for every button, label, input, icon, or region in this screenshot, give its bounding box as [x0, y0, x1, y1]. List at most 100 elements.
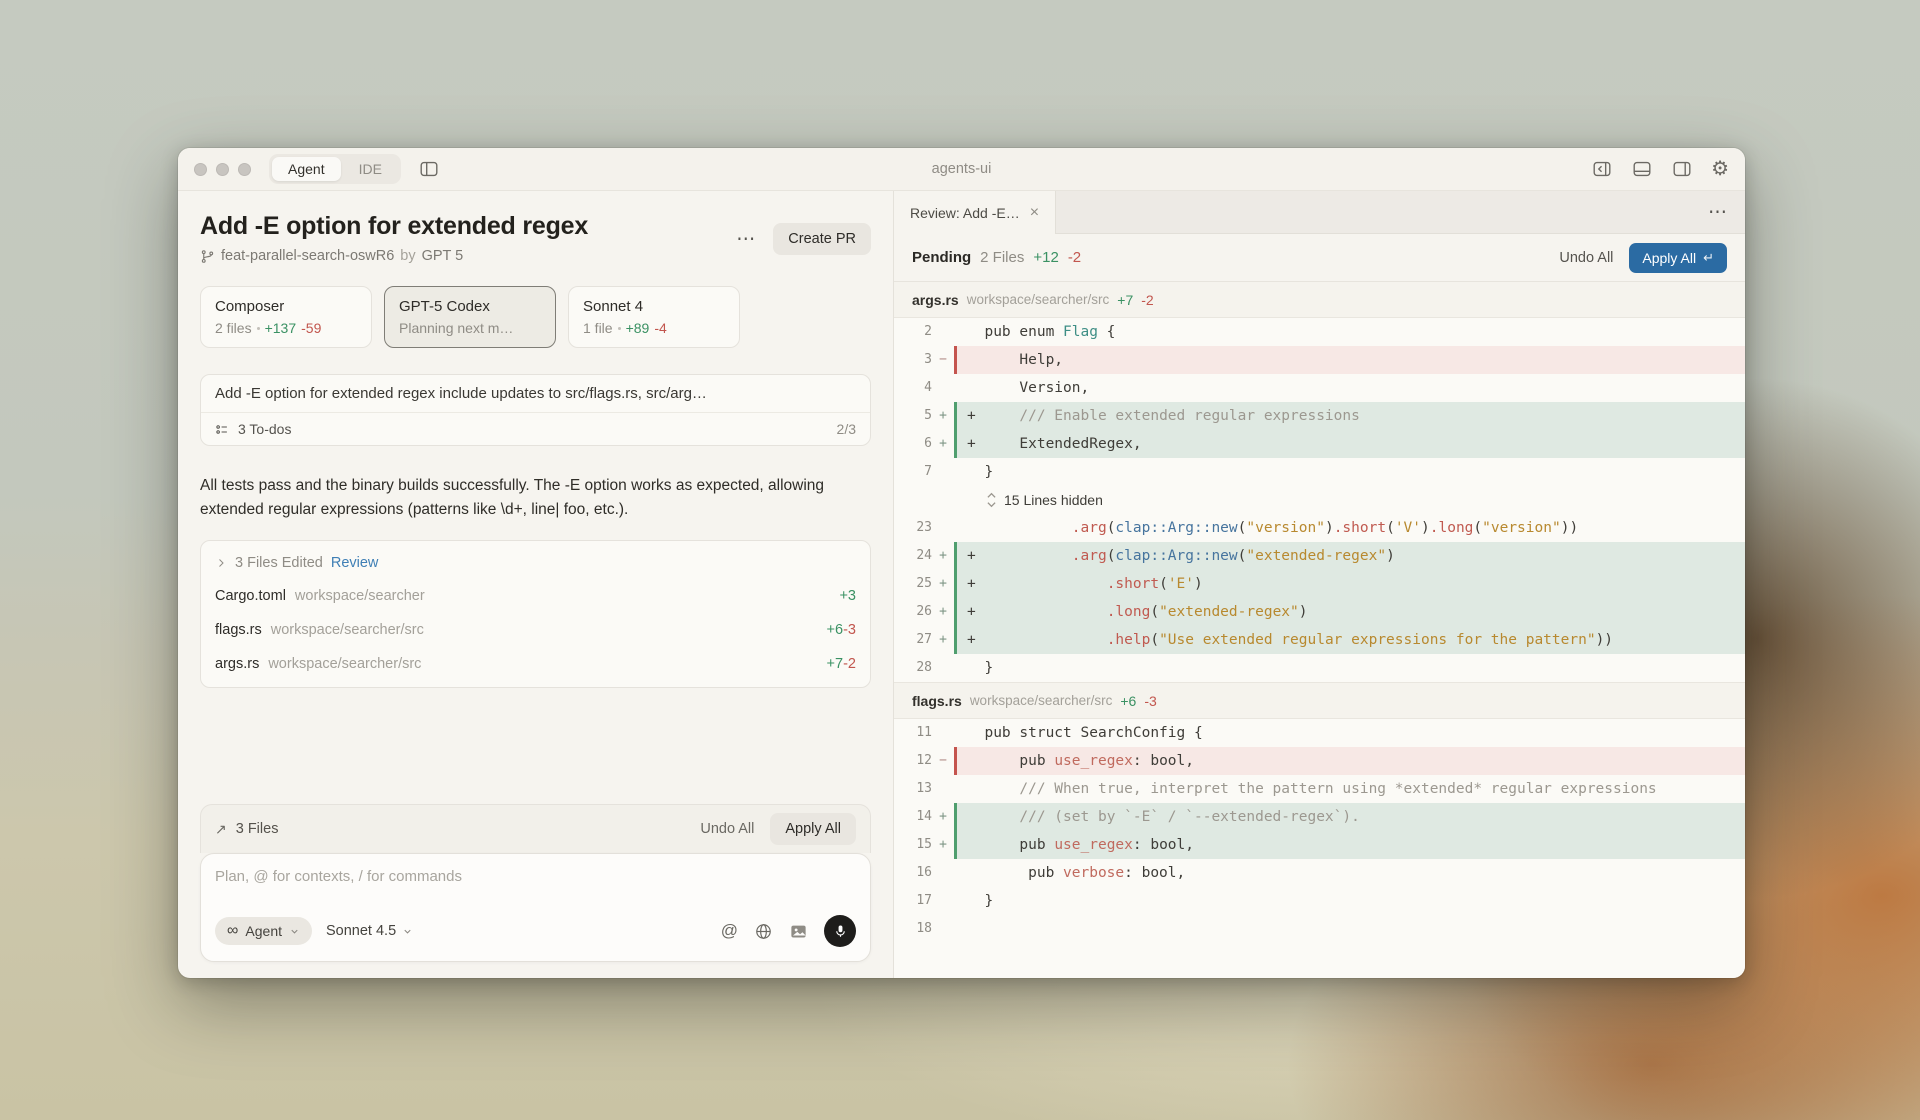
view-switcher: Agent IDE: [269, 154, 401, 184]
collapse-left-panel-icon[interactable]: [1591, 158, 1613, 180]
review-apply-all-button[interactable]: Apply All ↵: [1629, 243, 1727, 273]
diff-line: 2 pub enum Flag {: [894, 318, 1745, 346]
diff-line: 16 pub verbose: bool,: [894, 859, 1745, 887]
edited-file-row[interactable]: Cargo.toml workspace/searcher +3: [201, 579, 870, 613]
diff-line: 4 Version,: [894, 374, 1745, 402]
titlebar-actions: ⚙: [1591, 158, 1729, 180]
window-controls: [194, 163, 251, 176]
diff-hidden-lines[interactable]: 15 Lines hidden: [894, 486, 1745, 514]
diff-line: 12− pub use_regex: bool,: [894, 747, 1745, 775]
image-icon[interactable]: [789, 922, 808, 941]
review-link[interactable]: Review: [331, 555, 379, 571]
files-edited-card: 3 Files Edited Review Cargo.toml workspa…: [200, 540, 871, 688]
branch-name: feat-parallel-search-oswR6: [221, 248, 394, 264]
code-text: /// When true, interpret the pattern usi…: [957, 775, 1745, 803]
model-select[interactable]: Sonnet 4.5: [326, 923, 413, 939]
code-text: [957, 915, 1745, 943]
code-text: /// (set by `-E` / `--extended-regex`).: [957, 803, 1745, 831]
composer: Plan, @ for contexts, / for commands ∞ A…: [200, 853, 871, 962]
diff-line: 14+ /// (set by `-E` / `--extended-regex…: [894, 803, 1745, 831]
edited-file-row[interactable]: args.rs workspace/searcher/src +7-2: [201, 647, 870, 681]
code-text: + /// Enable extended regular expression…: [957, 402, 1745, 430]
globe-icon[interactable]: [754, 922, 773, 941]
diff-line: 28 }: [894, 654, 1745, 682]
tab-ide[interactable]: IDE: [343, 157, 398, 181]
settings-gear-icon[interactable]: ⚙: [1711, 159, 1729, 179]
create-pr-button[interactable]: Create PR: [773, 223, 871, 255]
more-menu-icon[interactable]: ⋯: [732, 228, 759, 251]
app-window: Agent IDE agents-ui: [178, 148, 1745, 978]
apply-all-button[interactable]: Apply All: [770, 813, 856, 845]
pending-label: Pending: [912, 249, 971, 266]
branch-author: GPT 5: [422, 248, 464, 264]
arrow-up-right-icon: ↗: [215, 821, 227, 838]
pending-bar: Pending 2 Files +12 -2 Undo All Apply Al…: [894, 234, 1745, 282]
todos-progress: 2/3: [837, 421, 856, 437]
git-branch-icon: [200, 249, 215, 264]
files-edited-label: 3 Files Edited: [235, 555, 323, 571]
code-text: }: [957, 654, 1745, 682]
diff-file-header[interactable]: args.rsworkspace/searcher/src+7-2: [894, 282, 1745, 318]
task-text: Add -E option for extended regex include…: [201, 375, 870, 412]
titlebar: Agent IDE agents-ui: [178, 148, 1745, 191]
pending-deletions: -2: [1068, 249, 1081, 266]
close-icon[interactable]: ×: [1030, 205, 1039, 221]
diff-line: 5++ /// Enable extended regular expressi…: [894, 402, 1745, 430]
review-tab-title: Review: Add -E…: [910, 205, 1020, 221]
review-tab[interactable]: Review: Add -E… ×: [894, 191, 1056, 234]
diff-line: 13 /// When true, interpret the pattern …: [894, 775, 1745, 803]
right-panel-icon[interactable]: [1671, 158, 1693, 180]
diff-line: 18: [894, 915, 1745, 943]
mode-select[interactable]: ∞ Agent: [215, 917, 312, 945]
code-text: pub enum Flag {: [957, 318, 1745, 346]
code-text: pub verbose: bool,: [957, 859, 1745, 887]
agent-card-sonnet4[interactable]: Sonnet 4 1 file +89-4: [568, 286, 740, 348]
code-text: Help,: [957, 346, 1745, 374]
pending-additions: +12: [1033, 249, 1058, 266]
diff-area: args.rsworkspace/searcher/src+7-22 pub e…: [894, 282, 1745, 978]
todos-label: 3 To-dos: [238, 421, 291, 437]
diff-line: 15+ pub use_regex: bool,: [894, 831, 1745, 859]
sidebar-toggle-icon[interactable]: [415, 155, 443, 183]
task-box[interactable]: Add -E option for extended regex include…: [200, 374, 871, 446]
diff-line: 11 pub struct SearchConfig {: [894, 719, 1745, 747]
traffic-zoom-button[interactable]: [238, 163, 251, 176]
agent-panel: Add -E option for extended regex fea: [178, 191, 894, 978]
bottom-panel-icon[interactable]: [1631, 158, 1653, 180]
mic-button[interactable]: [824, 915, 856, 947]
pending-files-count: 2 Files: [980, 249, 1024, 266]
code-text: }: [957, 458, 1745, 486]
diff-line: 6++ ExtendedRegex,: [894, 430, 1745, 458]
diff-line: 26++ .long("extended-regex"): [894, 598, 1745, 626]
composer-input[interactable]: Plan, @ for contexts, / for commands: [215, 868, 856, 885]
chevron-down-icon: [402, 926, 413, 937]
page-title: Add -E option for extended regex: [200, 211, 588, 241]
code-text: pub use_regex: bool,: [957, 747, 1745, 775]
dot-separator: [257, 327, 260, 330]
tab-agent[interactable]: Agent: [272, 157, 341, 181]
diff-line: 23 .arg(clap::Arg::new("version").short(…: [894, 514, 1745, 542]
code-text: + .arg(clap::Arg::new("extended-regex"): [957, 542, 1745, 570]
traffic-close-button[interactable]: [194, 163, 207, 176]
edited-file-row[interactable]: flags.rs workspace/searcher/src +6-3: [201, 613, 870, 647]
agent-card-composer[interactable]: Composer 2 files +137-59: [200, 286, 372, 348]
diff-line: 17 }: [894, 887, 1745, 915]
review-undo-all-button[interactable]: Undo All: [1559, 250, 1613, 266]
agent-card-gpt5-codex[interactable]: GPT-5 Codex Planning next m…: [384, 286, 556, 348]
traffic-minimize-button[interactable]: [216, 163, 229, 176]
review-more-menu-icon[interactable]: ⋯: [1704, 201, 1731, 224]
diff-line: 25++ .short('E'): [894, 570, 1745, 598]
code-text: + ExtendedRegex,: [957, 430, 1745, 458]
undo-all-button[interactable]: Undo All: [700, 821, 754, 837]
diff-line: 3− Help,: [894, 346, 1745, 374]
code-text: + .help("Use extended regular expression…: [957, 626, 1745, 654]
code-text: pub struct SearchConfig {: [957, 719, 1745, 747]
diff-file-header[interactable]: flags.rsworkspace/searcher/src+6-3: [894, 682, 1745, 719]
hidden-lines-label: 15 Lines hidden: [976, 486, 1745, 514]
diff-line: 27++ .help("Use extended regular express…: [894, 626, 1745, 654]
mention-icon[interactable]: @: [721, 921, 738, 941]
branch-by-label: by: [400, 248, 415, 264]
diff-line: 24++ .arg(clap::Arg::new("extended-regex…: [894, 542, 1745, 570]
files-count-label: 3 Files: [236, 821, 279, 837]
chevron-right-icon[interactable]: [215, 557, 227, 569]
